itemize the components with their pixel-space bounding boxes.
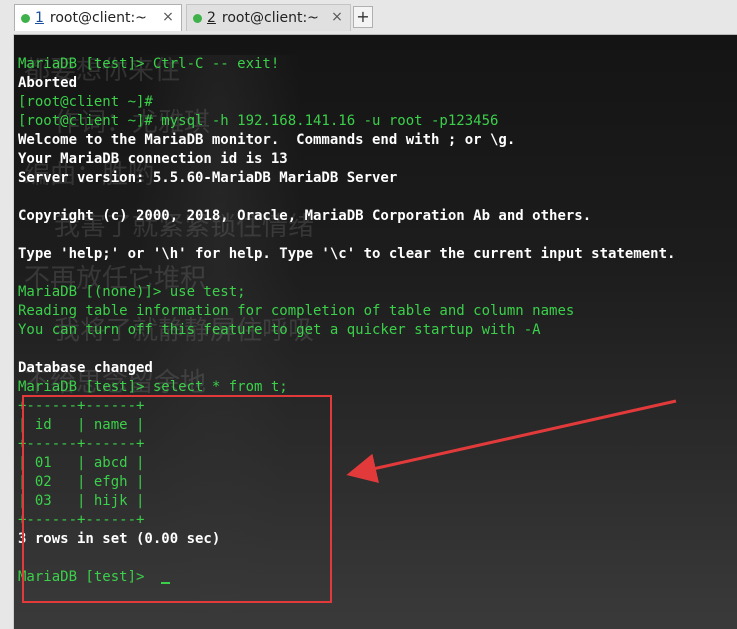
close-icon[interactable]: ×: [161, 10, 175, 24]
left-gutter: [0, 34, 14, 629]
tab-title: root@client:~: [221, 10, 319, 26]
tab-bar: 1 root@client:~ × 2 root@client:~ × +: [0, 0, 737, 35]
tab-number: 1: [35, 10, 44, 26]
new-tab-button[interactable]: +: [353, 6, 373, 28]
close-icon[interactable]: ×: [330, 10, 344, 24]
connected-status-icon: [21, 14, 30, 23]
tab-number: 2: [207, 10, 216, 26]
terminal-pane[interactable]: 都要想你来住 作词：尤雅琪 编曲：胜哟 我害了就紧紧锁住情绪 不再放任它堆积 我将了就静静…: [14, 35, 737, 629]
tab-1[interactable]: 1 root@client:~ ×: [14, 4, 182, 31]
connected-status-icon: [193, 14, 202, 23]
tab-title: root@client:~: [49, 10, 147, 26]
annotation-arrow-icon: [346, 399, 677, 484]
tab-2[interactable]: 2 root@client:~ ×: [186, 4, 351, 31]
